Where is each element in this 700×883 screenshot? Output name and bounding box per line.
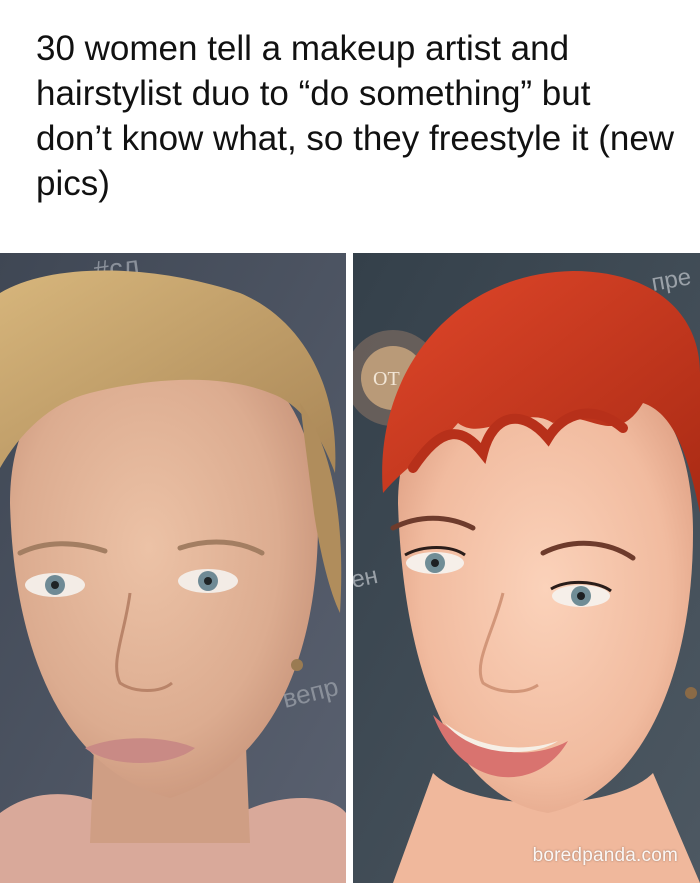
crest-lettering: OT [373, 368, 400, 390]
headline: 30 women tell a makeup artist and hairst… [36, 29, 675, 203]
right-pupil [577, 592, 585, 600]
before-photo: #cл вепр [0, 253, 346, 883]
before-after-photos: #cл вепр OT пре ен boredpanda.com [0, 253, 700, 883]
right-pupil [204, 577, 212, 585]
watermark: boredpanda.com [532, 845, 678, 866]
left-pupil [51, 581, 59, 589]
after-photo: OT пре ен boredpanda.com [353, 253, 700, 883]
left-pupil [431, 559, 439, 567]
earring [291, 659, 303, 671]
photo-divider [346, 253, 353, 883]
earring [685, 687, 697, 699]
